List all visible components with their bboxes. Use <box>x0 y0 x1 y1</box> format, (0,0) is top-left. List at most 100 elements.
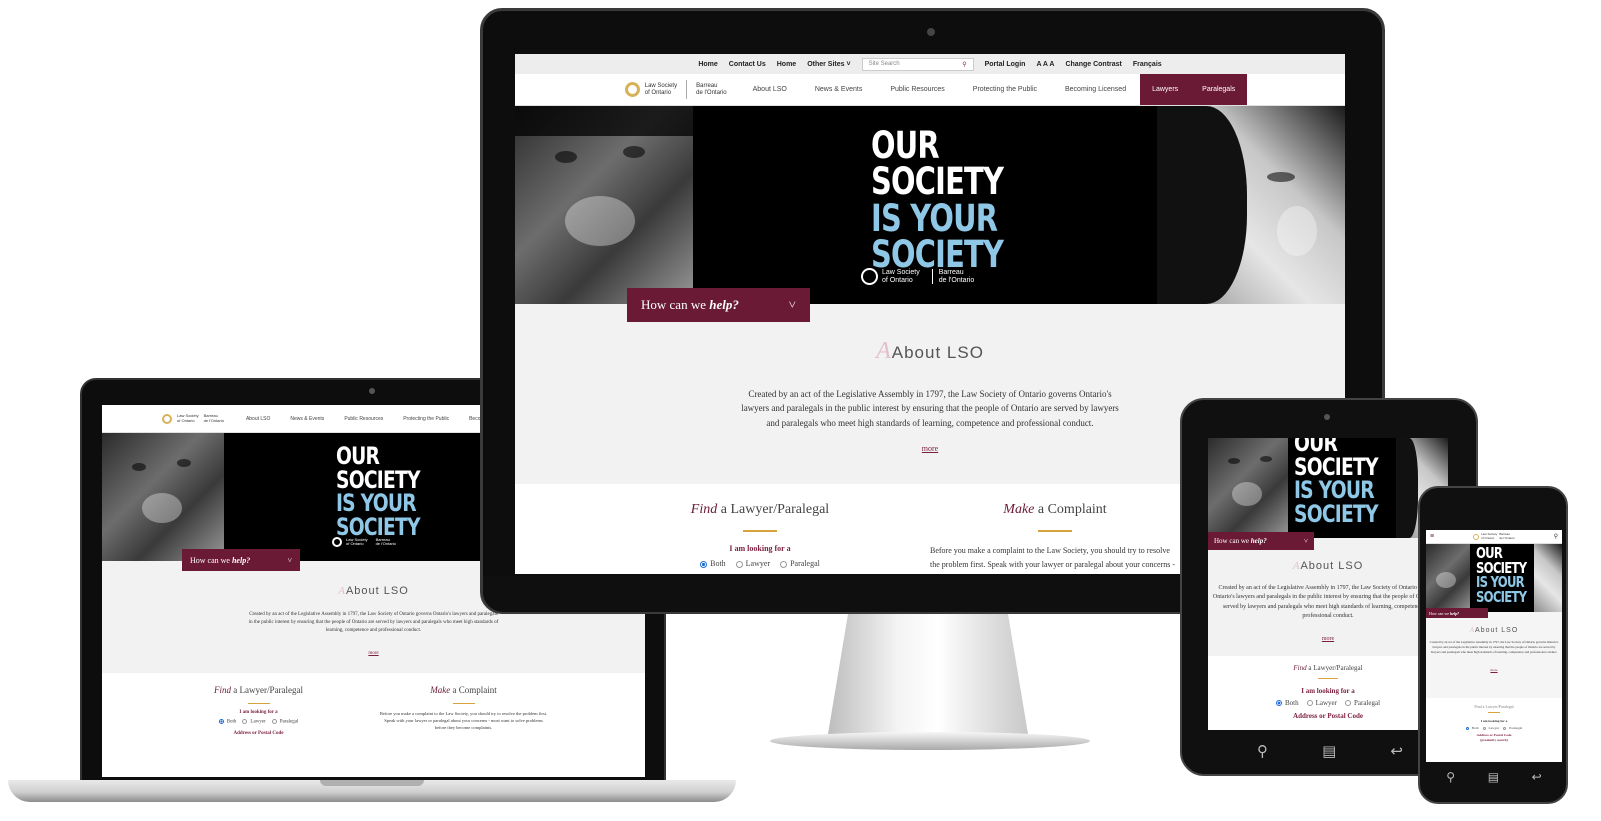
find-title: Find a Lawyer/Paralegal <box>690 502 830 517</box>
nav-lawyers[interactable]: Lawyers <box>1140 74 1191 105</box>
laptop-logo[interactable]: Law Society of Ontario Barreau de l'Ontari… <box>150 405 236 432</box>
about-title: AAbout LSO <box>1292 560 1364 572</box>
hero-headline: OUR SOCIETY IS YOUR SOCIETY <box>871 124 1004 276</box>
radio-both[interactable]: Both <box>700 559 726 568</box>
find-title: Find a Lawyer/Paralegal <box>214 685 303 695</box>
gold-rule <box>1038 530 1072 532</box>
hero-face-left <box>515 106 693 304</box>
utility-bar: Home Contact Us Home Other Sites ˅ Site … <box>515 54 1345 74</box>
help-dropdown[interactable]: How can we help? ˅ <box>1208 532 1314 550</box>
hero-banner: OUR SOCIETY IS YOUR SOCIETY Law Society o… <box>515 106 1345 304</box>
radio-both[interactable]: Both <box>218 719 236 725</box>
back-icon[interactable]: ↩ <box>1532 770 1542 784</box>
nav-about[interactable]: About LSO <box>236 405 280 432</box>
nav-about[interactable]: About LSO <box>739 74 801 105</box>
logo-text-fr: Barreau de l'Ontario <box>203 413 224 423</box>
radio-paralegal[interactable]: Paralegal <box>1503 726 1522 730</box>
tablet-about: AAbout LSO Created by an act of the Legi… <box>1208 538 1448 656</box>
looking-for-label: I am looking for a <box>1480 719 1508 723</box>
home-icon[interactable]: ▤ <box>1322 742 1336 760</box>
laptop-lower: Find a Lawyer/Paralegal I am looking for… <box>102 673 645 777</box>
nav-public-resources[interactable]: Public Resources <box>334 405 393 432</box>
find-column: Find a Lawyer/Paralegal I am looking for… <box>199 685 319 777</box>
find-column: Find a Lawyer/Paralegal I am looking for… <box>1228 664 1428 730</box>
monitor-camera <box>927 28 935 36</box>
phone-hero: OUR SOCIETY IS YOUR SOCIETY <box>1426 544 1562 612</box>
address-label: Address or Postal Code <box>1293 712 1363 720</box>
nav-public-resources[interactable]: Public Resources <box>876 74 958 105</box>
radio-both[interactable]: Both <box>1465 726 1479 730</box>
radio-lawyer[interactable]: Lawyer <box>1482 726 1499 730</box>
site-logo[interactable]: Law Society of Ontario Barreau de l'Ontari… <box>613 74 739 105</box>
proximity-label: (proximity search) <box>1480 738 1508 742</box>
main-nav: Law Society of Ontario Barreau de l'Ontari… <box>515 74 1345 106</box>
find-column: Find a Lawyer/Paralegal I am looking for… <box>680 502 840 574</box>
help-dropdown[interactable]: How can we help? <box>1426 608 1488 618</box>
radio-paralegal[interactable]: Paralegal <box>271 719 298 725</box>
laptop-camera <box>369 388 375 394</box>
hero-face-right <box>1534 544 1562 612</box>
util-text-size[interactable]: A A A <box>1036 61 1054 68</box>
tablet-softkeys: ⚲ ▤ ↩ <box>1230 738 1430 764</box>
util-contact[interactable]: Contact Us <box>729 61 766 68</box>
search-icon[interactable]: ⚲ <box>962 61 966 68</box>
complaint-body: Before you make a complaint to the Law S… <box>930 546 1176 574</box>
menu-icon[interactable]: ≡ <box>1430 533 1434 540</box>
radio-both[interactable]: Both <box>1275 699 1299 707</box>
radio-lawyer[interactable]: Lawyer <box>1306 699 1337 707</box>
nav-protecting[interactable]: Protecting the Public <box>393 405 459 432</box>
more-link[interactable]: more <box>1322 636 1334 642</box>
search-icon[interactable]: ⚲ <box>1257 742 1268 760</box>
logo-text-fr: Barreau de l'Ontario <box>696 82 727 96</box>
help-dropdown[interactable]: How can we help? ˅ <box>182 549 300 571</box>
logo-ring-icon <box>624 82 640 97</box>
more-link[interactable]: more <box>922 444 938 453</box>
monitor-stand <box>828 614 1028 734</box>
util-change-contrast[interactable]: Change Contrast <box>1065 61 1121 68</box>
logo-ring-icon <box>162 413 173 424</box>
tablet-screen: OUR SOCIETY IS YOUR SOCIETY How can we h… <box>1208 438 1448 730</box>
util-other-sites[interactable]: Other Sites ˅ <box>807 61 850 68</box>
laptop-notch <box>320 780 424 786</box>
util-portal-login[interactable]: Portal Login <box>985 61 1026 68</box>
more-link[interactable]: more <box>1490 668 1497 672</box>
hero-headline: OUR SOCIETY IS YOUR SOCIETY <box>336 442 421 541</box>
phone-logo[interactable]: Law Society of Ontario Barreau de l'Ontari… <box>1473 532 1515 540</box>
radio-paralegal[interactable]: Paralegal <box>1344 699 1380 707</box>
search-input[interactable]: Site Search ⚲ <box>861 57 974 71</box>
hero-headline: OUR SOCIETY IS YOUR SOCIETY <box>1476 544 1527 607</box>
phone-about: AAbout LSO Created by an act of the Legi… <box>1426 612 1562 698</box>
search-icon[interactable]: ⚲ <box>1554 533 1558 540</box>
address-label: Address or Postal Code <box>233 730 284 736</box>
radio-paralegal[interactable]: Paralegal <box>780 559 820 568</box>
phone-lower: Find a Lawyer/Paralegal I am looking for… <box>1426 698 1562 762</box>
nav-becoming-licensed[interactable]: Becoming Licensed <box>1051 74 1140 105</box>
about-body: Created by an act of the Legislative Ass… <box>1429 640 1559 654</box>
home-icon[interactable]: ▤ <box>1488 770 1499 784</box>
type-radios: Both Lawyer Paralegal <box>680 559 840 568</box>
back-icon[interactable]: ↩ <box>1390 742 1403 760</box>
util-language[interactable]: Français <box>1133 61 1162 68</box>
radio-lawyer[interactable]: Lawyer <box>735 559 770 568</box>
radio-lawyer[interactable]: Lawyer <box>242 719 266 725</box>
find-title: Find a Lawyer/Paralegal <box>1474 704 1514 709</box>
tablet-hero: OUR SOCIETY IS YOUR SOCIETY <box>1208 438 1448 538</box>
util-home[interactable]: Home <box>698 61 717 68</box>
nav-news[interactable]: News & Events <box>280 405 334 432</box>
looking-for-label: I am looking for a <box>239 710 278 715</box>
gold-rule <box>1318 678 1338 679</box>
complaint-column: Make a Complaint Before you make a compl… <box>930 502 1180 574</box>
chevron-down-icon: ˅ <box>1304 537 1308 545</box>
nav-news[interactable]: News & Events <box>801 74 876 105</box>
nav-protecting[interactable]: Protecting the Public <box>959 74 1051 105</box>
search-icon[interactable]: ⚲ <box>1446 770 1455 784</box>
find-column: Find a Lawyer/Paralegal I am looking for… <box>1434 704 1554 762</box>
help-dropdown[interactable]: How can we help? ˅ <box>627 288 810 322</box>
hero-face-left <box>102 433 224 561</box>
util-home-2[interactable]: Home <box>777 61 796 68</box>
logo-text: Law Society of Ontario <box>1481 532 1498 540</box>
nav-paralegals[interactable]: Paralegals <box>1190 74 1248 105</box>
more-link[interactable]: more <box>368 651 378 656</box>
gold-rule <box>247 703 270 704</box>
address-label: Address or Postal Code <box>1476 733 1512 737</box>
